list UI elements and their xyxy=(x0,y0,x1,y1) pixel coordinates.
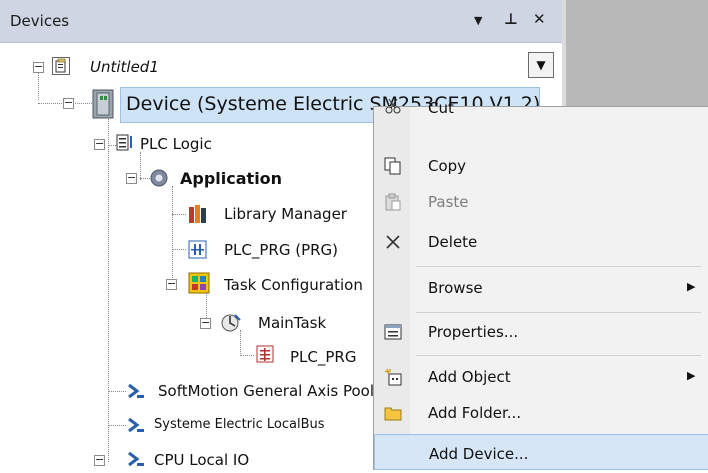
collapse-toggle[interactable]: − xyxy=(200,317,211,329)
collapse-toggle[interactable]: − xyxy=(63,97,74,109)
tree-item-cpu-local-io[interactable]: CPU Local IO xyxy=(154,451,249,469)
project-icon xyxy=(52,57,70,75)
tree-item-main-task-prg[interactable]: PLC_PRG xyxy=(290,348,356,366)
menu-separator xyxy=(416,355,701,356)
menu-item-add-object[interactable]: Add Object ▶ xyxy=(374,358,708,396)
tree-item-task-configuration[interactable]: Task Configuration xyxy=(224,276,363,294)
collapse-toggle[interactable]: − xyxy=(33,61,44,73)
library-manager-icon xyxy=(188,204,208,224)
menu-item-delete[interactable]: Delete xyxy=(374,223,708,261)
menu-item-properties[interactable]: Properties... xyxy=(374,313,708,351)
menu-item-cut[interactable]: Cut xyxy=(374,97,708,127)
collapse-toggle[interactable]: − xyxy=(166,278,177,290)
local-io-icon xyxy=(126,449,146,469)
tree-dropdown-button[interactable]: ▼ xyxy=(528,52,554,78)
collapse-toggle[interactable]: − xyxy=(94,138,105,150)
pin-icon[interactable]: ⊥ xyxy=(504,10,518,28)
copy-icon xyxy=(384,157,402,175)
tree-item-plc-prg[interactable]: PLC_PRG (PRG) xyxy=(224,241,338,259)
tree-line xyxy=(240,355,254,356)
menu-separator xyxy=(416,266,701,267)
submenu-arrow-icon: ▶ xyxy=(687,369,696,382)
program-icon xyxy=(188,240,208,260)
menu-item-add-folder[interactable]: Add Folder... xyxy=(374,394,708,432)
tree-line xyxy=(172,249,186,250)
tree-line xyxy=(38,72,39,100)
submenu-arrow-icon: ▶ xyxy=(687,280,696,293)
tree-item-application[interactable]: Application xyxy=(180,169,282,188)
tree-item-localbus[interactable]: Systeme Electric LocalBus xyxy=(154,417,325,432)
tree-item-main-task[interactable]: MainTask xyxy=(258,314,326,332)
program-call-icon xyxy=(256,345,276,365)
panel-titlebar: Devices ▼ ⊥ ✕ xyxy=(0,0,562,43)
menu-item-add-device[interactable]: Add Device... xyxy=(374,434,708,470)
tree-item-softmotion[interactable]: SoftMotion General Axis Pool xyxy=(158,382,374,400)
menu-item-browse[interactable]: Browse ▶ xyxy=(374,269,708,307)
collapse-toggle[interactable]: − xyxy=(94,454,105,466)
delete-x-icon xyxy=(384,233,402,251)
tree-line xyxy=(108,391,126,392)
panel-menu-dropdown-icon[interactable]: ▼ xyxy=(474,14,482,27)
tree-line xyxy=(108,110,109,462)
folder-icon xyxy=(384,404,402,422)
add-object-icon xyxy=(384,368,402,386)
tree-item-library-manager[interactable]: Library Manager xyxy=(224,205,347,223)
paste-icon xyxy=(384,193,402,211)
tree-item-plc-logic[interactable]: PLC Logic xyxy=(140,135,212,153)
menu-item-paste[interactable]: Paste xyxy=(374,183,708,221)
panel-title: Devices xyxy=(10,12,70,30)
task-icon xyxy=(220,312,242,334)
task-configuration-icon xyxy=(188,272,210,294)
tree-item-project[interactable]: Untitled1 xyxy=(90,58,159,76)
tree-line xyxy=(172,214,186,215)
application-gear-icon xyxy=(148,167,170,189)
axis-pool-icon xyxy=(126,381,146,401)
menu-item-copy[interactable]: Copy xyxy=(374,147,708,185)
properties-icon xyxy=(384,323,402,341)
tree-line xyxy=(140,152,141,180)
tree-line xyxy=(108,425,126,426)
device-icon xyxy=(92,89,114,119)
close-icon[interactable]: ✕ xyxy=(533,10,546,28)
scissors-icon xyxy=(384,97,402,115)
collapse-toggle[interactable]: − xyxy=(126,172,137,184)
plc-logic-icon xyxy=(116,134,134,152)
context-menu: Cut Copy Paste Delete Browse ▶ Propertie… xyxy=(373,98,708,470)
localbus-icon xyxy=(126,415,146,435)
tree-line xyxy=(172,186,173,286)
